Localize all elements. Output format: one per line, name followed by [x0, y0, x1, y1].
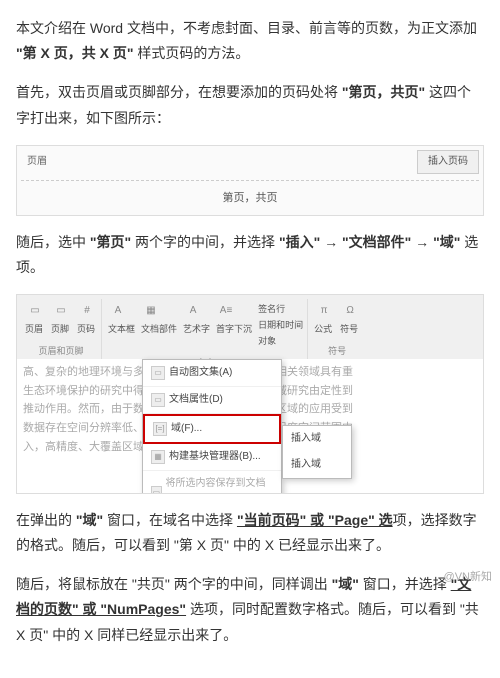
buildingblocks-icon: ▦	[151, 450, 165, 464]
p3-g: →	[411, 234, 433, 250]
yishuzi-icon: A	[183, 301, 203, 321]
p1-bold: "第 X 页，共 X 页"	[16, 45, 134, 61]
dd-goujian: ▦构建基块管理器(B)...	[143, 444, 281, 471]
sm-item-1: 插入域	[283, 426, 351, 452]
yemei-label: 页眉	[21, 151, 53, 173]
yishuzi-button: 艺术字	[183, 321, 210, 337]
p1-text-c: 样式页码的方法。	[134, 45, 250, 61]
qianming-item: 签名行	[258, 301, 303, 317]
ribbon-right-col: 签名行 日期和时间 对象	[258, 301, 303, 350]
p4-c: 窗口，在域名中选择	[103, 512, 237, 528]
wendangbujian-icon: ▦	[141, 301, 161, 321]
wendangbujian-button: 文档部件	[141, 321, 177, 337]
header-center-text: 第页，共页	[21, 187, 479, 211]
section-title-ymyj: 页眉和页脚	[38, 343, 83, 359]
p4-a: 在弹出的	[16, 512, 76, 528]
yejiao-button: 页脚	[51, 321, 71, 337]
watermark: @VN新知	[444, 568, 492, 588]
sm-item-2: 插入域	[283, 452, 351, 478]
p3-b: "第页"	[90, 234, 131, 250]
riqi-item: 日期和时间	[258, 317, 303, 333]
p3-d: "插入"	[279, 234, 320, 250]
duixiang-item: 对象	[258, 333, 303, 349]
dd-yu-highlighted: [=]域(F)...	[143, 414, 281, 444]
save-icon: ▭	[151, 486, 162, 494]
fuhao-button: 符号	[340, 321, 360, 337]
paragraph-1: 本文介绍在 Word 文档中，不考虑封面、目录、前言等的页数，为正文添加 "第 …	[16, 16, 484, 66]
yejiao-icon: ▭	[51, 301, 71, 321]
yemei-button: 页眉	[25, 321, 45, 337]
gongshi-button: 公式	[314, 321, 334, 337]
wendangbujian-dropdown: ▭自动图文集(A) ▭文档属性(D) [=]域(F)... ▦构建基块管理器(B…	[142, 359, 282, 494]
p1-text-a: 本文介绍在 Word 文档中，不考虑封面、目录、前言等的页数，为正文添加	[16, 20, 477, 36]
dd-wendangshuxing: ▭文档属性(D)	[143, 387, 281, 414]
dashed-divider	[21, 180, 479, 181]
p3-f: "文档部件"	[342, 234, 411, 250]
p3-e: →	[320, 234, 342, 250]
dd-zidongtu: ▭自动图文集(A)	[143, 360, 281, 387]
p5-c: 窗口，并选择	[359, 576, 451, 592]
p3-c: 两个字的中间，并选择	[131, 234, 279, 250]
p5-a: 随后，将鼠标放在 "共页" 两个字的中间，同样调出	[16, 576, 332, 592]
dd-jiangsuoxuan: ▭将所选内容保存到文档部件库(S)...	[143, 471, 281, 494]
paragraph-2: 首先，双击页眉或页脚部分，在想要添加的页码处将 "第页，共页" 这四个字打出来，…	[16, 80, 484, 130]
insert-page-number-button: 插入页码	[417, 150, 479, 174]
fuhao-icon: Ω	[340, 301, 360, 321]
p2-text-a: 首先，双击页眉或页脚部分，在想要添加的页码处将	[16, 84, 342, 100]
p3-a: 随后，选中	[16, 234, 90, 250]
wenbenkuang-button: 文本框	[108, 321, 135, 337]
autotext-icon: ▭	[151, 366, 165, 380]
p5-b: "域"	[332, 576, 359, 592]
paragraph-4: 在弹出的 "域" 窗口，在域名中选择 "当前页码" 或 "Page" 选项，选择…	[16, 508, 484, 558]
p3-h: "域"	[433, 234, 460, 250]
yemei-icon: ▭	[25, 301, 45, 321]
p4-d: "当前页码" 或 "Page" 选	[237, 512, 393, 528]
yema-button: 页码	[77, 321, 97, 337]
wenbenkuang-icon: A	[108, 301, 128, 321]
gongshi-icon: π	[314, 301, 334, 321]
shouzixiachen-icon: A≡	[216, 301, 236, 321]
paragraph-3: 随后，选中 "第页" 两个字的中间，并选择 "插入" → "文档部件" → "域…	[16, 230, 484, 280]
p4-b: "域"	[76, 512, 103, 528]
screenshot-header-footer: 页眉 插入页码 第页，共页	[16, 145, 484, 216]
paragraph-5: 随后，将鼠标放在 "共页" 两个字的中间，同样调出 "域" 窗口，并选择 "文档…	[16, 572, 484, 648]
section-title-fh: 符号	[328, 343, 346, 359]
submenu-insert-field: 插入域 插入域	[282, 425, 352, 479]
yema-icon: #	[77, 301, 97, 321]
shouzixiachen-button: 首字下沉	[216, 321, 252, 337]
p2-bold: "第页，共页"	[342, 84, 425, 100]
docprop-icon: ▭	[151, 393, 165, 407]
screenshot-ribbon-dropdown: ▭页眉 ▭页脚 #页码 页眉和页脚 A文本框 ▦文档部件 A艺术字 A≡首字下沉…	[16, 294, 484, 494]
field-icon: [=]	[153, 422, 167, 436]
